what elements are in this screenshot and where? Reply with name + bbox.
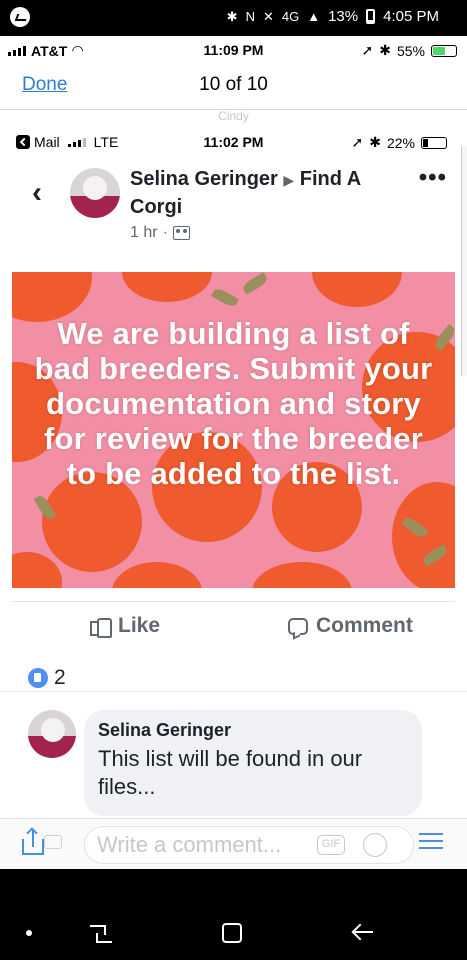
bluetooth-icon: ✱ — [379, 42, 391, 58]
signal-icon: ▲ — [307, 9, 321, 24]
android-status-bar: ✱ N ✕ 4G ▲ 13% 4:05 PM — [0, 0, 467, 36]
reaction-summary[interactable]: 2 — [28, 666, 66, 690]
post-title: Selina Geringer ▶ Find A Corgi — [130, 166, 410, 221]
comment-input[interactable]: Write a comment... GIF — [84, 826, 414, 864]
ios-status-right: ➚ ✱ 55% — [361, 42, 457, 59]
android-status-right: ✱ N ✕ 4G ▲ 13% 4:05 PM — [227, 8, 439, 25]
gif-icon[interactable]: GIF — [317, 835, 345, 855]
comment-bubble[interactable]: Selina Geringer This list will be found … — [84, 710, 422, 816]
emoji-icon[interactable] — [363, 833, 387, 857]
inner-battery-percent: 22% — [386, 134, 415, 151]
bluetooth-icon: ✱ — [226, 8, 238, 24]
android-time: 4:05 PM — [383, 8, 439, 25]
like-label: Like — [118, 614, 161, 637]
post-meta: 1 hr · — [130, 224, 190, 242]
more-icon[interactable]: ••• — [419, 164, 447, 192]
camera-icon[interactable] — [44, 835, 62, 849]
messenger-icon — [10, 7, 30, 27]
battery-icon — [421, 136, 447, 149]
app-area: AT&T ◠ 11:09 PM ➚ ✱ 55% Done 10 of 10 Ci… — [0, 36, 467, 869]
group-icon — [172, 226, 190, 240]
mute-icon: ✕ — [262, 8, 274, 24]
nav-dot-icon[interactable] — [26, 930, 32, 936]
location-icon: ➚ — [361, 42, 374, 58]
meta-separator: · — [162, 224, 168, 241]
bluetooth-icon: ✱ — [369, 134, 381, 150]
comment-icon — [288, 617, 308, 635]
author-name[interactable]: Selina Geringer — [130, 168, 278, 190]
battery-icon — [431, 44, 457, 57]
like-button[interactable]: Like — [90, 614, 160, 638]
android-nav-bar — [0, 869, 467, 960]
comment-label: Comment — [316, 614, 413, 637]
author-avatar[interactable] — [70, 168, 120, 218]
like-reaction-icon — [28, 668, 48, 688]
inner-status-right: ➚ ✱ 22% — [351, 134, 447, 151]
inner-status-bar: Mail LTE 11:02 PM ➚ ✱ 22% — [0, 126, 467, 154]
viewer-header: Done 10 of 10 — [0, 64, 467, 110]
battery-percent: 13% — [328, 8, 359, 25]
commenter-avatar[interactable] — [28, 710, 76, 758]
back-chevron-icon[interactable]: ‹ — [32, 176, 42, 210]
post-actions: Like Comment — [12, 601, 455, 651]
like-icon — [90, 616, 112, 638]
image-counter: 10 of 10 — [199, 74, 268, 95]
comment-composer: Write a comment... GIF — [0, 818, 467, 869]
ghost-label: Cindy — [218, 109, 249, 123]
comment-placeholder: Write a comment... — [97, 832, 282, 857]
post-header: ‹ Selina Geringer ▶ Find A Corgi 1 hr · … — [0, 164, 467, 254]
reaction-count: 2 — [54, 666, 66, 689]
post-image[interactable]: We are building a list of bad breeders. … — [12, 272, 455, 588]
home-icon[interactable] — [222, 923, 242, 943]
menu-icon[interactable] — [419, 833, 443, 851]
network-type-label: 4G — [281, 9, 300, 24]
comment-text: This list will be found in our files... — [98, 746, 363, 799]
comment-button[interactable]: Comment — [288, 614, 413, 638]
nfc-icon: N — [245, 9, 255, 24]
battery-icon — [366, 9, 376, 24]
post-age[interactable]: 1 hr — [130, 224, 158, 242]
comment-author[interactable]: Selina Geringer — [98, 720, 408, 741]
ios-status-bar: AT&T ◠ 11:09 PM ➚ ✱ 55% — [0, 36, 467, 64]
arrow-right-icon: ▶ — [283, 172, 295, 188]
back-icon[interactable] — [352, 921, 374, 943]
ios-battery-percent: 55% — [396, 42, 425, 59]
post-image-text: We are building a list of bad breeders. … — [34, 316, 433, 491]
recents-icon[interactable] — [90, 921, 112, 943]
location-icon: ➚ — [351, 134, 364, 150]
divider — [0, 691, 467, 692]
share-icon[interactable] — [22, 827, 44, 855]
